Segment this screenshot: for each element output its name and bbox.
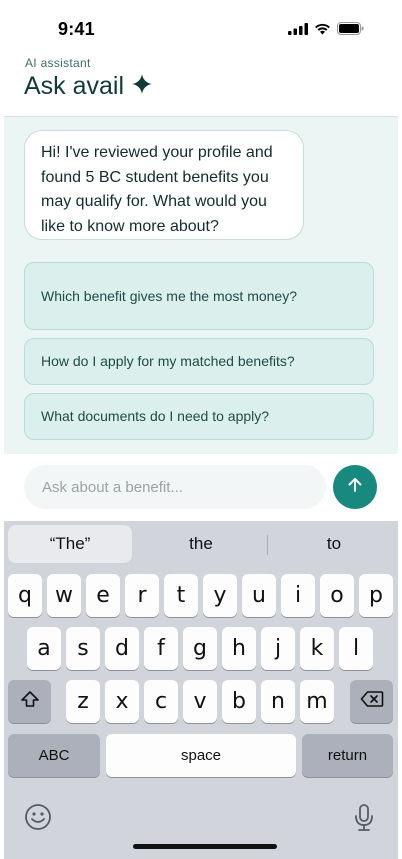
key-s[interactable]: s xyxy=(66,627,100,670)
key-o[interactable]: o xyxy=(320,574,354,617)
prediction-bar: “The” the to xyxy=(4,521,398,569)
keyboard: “The” the to q w e r t y u i o p a s d f… xyxy=(4,521,398,859)
shift-icon xyxy=(20,689,40,714)
key-x[interactable]: x xyxy=(105,680,139,723)
assistant-message: Hi! I've reviewed your profile and found… xyxy=(24,130,304,240)
key-t[interactable]: t xyxy=(164,574,198,617)
shift-key[interactable] xyxy=(8,680,51,723)
key-v[interactable]: v xyxy=(183,680,217,723)
key-a[interactable]: a xyxy=(27,627,61,670)
abc-key[interactable]: ABC xyxy=(8,734,100,777)
key-j[interactable]: j xyxy=(261,627,295,670)
backspace-icon xyxy=(360,689,384,714)
key-y[interactable]: y xyxy=(203,574,237,617)
wifi-icon xyxy=(314,22,331,40)
status-time: 9:41 xyxy=(58,19,95,39)
arrow-up-icon xyxy=(346,476,364,499)
key-w[interactable]: w xyxy=(47,574,81,617)
key-m[interactable]: m xyxy=(300,680,334,723)
prediction-2[interactable]: the xyxy=(137,525,265,563)
header-subtitle: AI assistant xyxy=(25,56,91,70)
backspace-key[interactable] xyxy=(350,680,393,723)
key-r[interactable]: r xyxy=(125,574,159,617)
page-title-text: Ask avail xyxy=(24,72,125,100)
send-button[interactable] xyxy=(333,465,377,509)
signal-icon xyxy=(288,22,308,40)
key-l[interactable]: l xyxy=(339,627,373,670)
key-g[interactable]: g xyxy=(183,627,217,670)
key-b[interactable]: b xyxy=(222,680,256,723)
key-f[interactable]: f xyxy=(144,627,178,670)
suggestion-chip-most-money[interactable]: Which benefit gives me the most money? xyxy=(24,262,374,330)
key-d[interactable]: d xyxy=(105,627,139,670)
composer xyxy=(0,455,402,521)
page-title: Ask avail xyxy=(24,72,153,101)
key-c[interactable]: c xyxy=(144,680,178,723)
key-h[interactable]: h xyxy=(222,627,256,670)
home-indicator xyxy=(133,844,277,849)
emoji-icon[interactable] xyxy=(22,801,54,833)
battery-icon xyxy=(337,22,364,40)
sparkle-icon xyxy=(132,72,153,101)
suggestion-chip-how-to-apply[interactable]: How do I apply for my matched benefits? xyxy=(24,338,374,385)
microphone-icon[interactable] xyxy=(348,801,380,835)
prediction-divider xyxy=(267,535,268,555)
key-e[interactable]: e xyxy=(86,574,120,617)
key-q[interactable]: q xyxy=(8,574,42,617)
key-i[interactable]: i xyxy=(281,574,315,617)
key-z[interactable]: z xyxy=(66,680,100,723)
return-key[interactable]: return xyxy=(302,734,393,777)
message-input[interactable] xyxy=(24,465,326,509)
header: AI assistant Ask avail xyxy=(0,50,402,116)
status-icons xyxy=(288,22,364,40)
status-bar: 9:41 xyxy=(0,0,402,50)
key-n[interactable]: n xyxy=(261,680,295,723)
key-p[interactable]: p xyxy=(359,574,393,617)
prediction-3[interactable]: to xyxy=(270,525,398,563)
chat-area[interactable]: Hi! I've reviewed your profile and found… xyxy=(4,116,398,454)
prediction-1[interactable]: “The” xyxy=(8,525,132,563)
space-key[interactable]: space xyxy=(106,734,296,777)
key-u[interactable]: u xyxy=(242,574,276,617)
key-k[interactable]: k xyxy=(300,627,334,670)
suggestion-chip-documents[interactable]: What documents do I need to apply? xyxy=(24,393,374,440)
